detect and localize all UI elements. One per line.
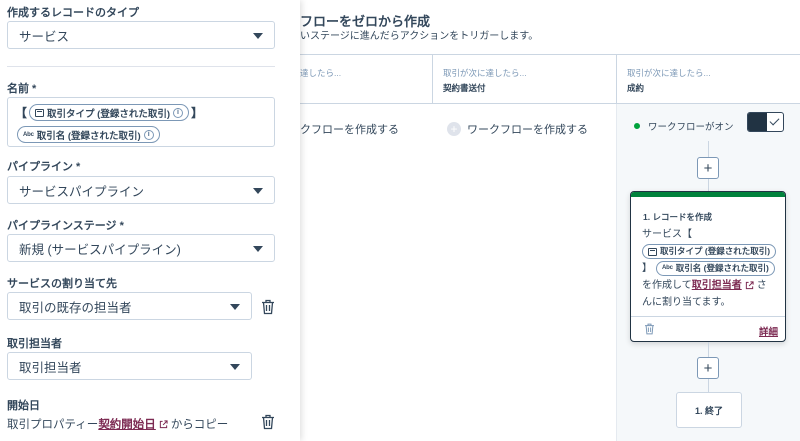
card-status-bar [631,192,785,197]
end-node-label: 1. 終了 [694,405,723,416]
stage-trigger-text: 取引が次に達したら... [443,68,527,78]
stage-header-row: 達したら... 取引が次に達したら... 契約書送付 取引が次に達したら... … [300,54,800,104]
section-divider [7,66,275,67]
start-date-source: 取引プロパティー 契約開始日 からコピー [7,416,228,432]
chevron-down-icon [253,33,263,39]
card-line: んに割り当てます。 [642,297,731,308]
bracket-close: 】 [642,263,652,274]
toggle-knob [748,113,767,131]
connector-line [708,179,709,191]
card-tail-text: さ [756,280,767,291]
card-line: を作成して 取引担当者 さ [642,277,782,294]
token-deal-type-label: 取引タイプ (登録された取引) [660,246,771,256]
connector-line [708,342,709,357]
start-prefix: 取引プロパティー [7,419,99,431]
workflow-status-label: ワークフローがオン [648,122,734,133]
plus-icon: + [703,159,713,177]
token-deal-name-label: 取引名 (登録された取引) [36,130,141,142]
assign-select[interactable]: 取引の既存の担当者 [7,292,252,320]
stage-column: 取引が次に達したら... 契約書送付 [432,55,616,104]
status-dot-icon [634,123,640,129]
stage-trigger-text: 達したら... [300,68,342,78]
pipeline-value: サービスパイプライン [19,184,145,199]
owner-select[interactable]: 取引担当者 [7,352,252,380]
workflow-area: フローをゼロから作成 いステージに進んだらアクションをトリガーします。 達したら… [300,0,800,441]
external-link-icon [159,419,168,428]
connector-line [708,379,709,392]
record-type-select[interactable]: サービス [7,21,275,49]
action-card[interactable]: 1. レコードを作成 サービス【 取引タイプ (登録された取引) 】 Abc 取… [630,191,786,342]
info-icon[interactable]: i [172,107,183,118]
owner-value: 取引担当者 [19,360,82,375]
workflow-status: ワークフローがオン [634,119,734,133]
external-link-icon [745,281,754,290]
token-deal-name-label: 取引名 (登録された取引) [675,263,769,273]
stage-label: パイプラインステージ * [7,220,124,232]
bracket-open: 【 [15,106,28,120]
assign-value: 取引の既存の担当者 [19,300,132,315]
token-deal-name[interactable]: Abc 取引名 (登録された取引) i [17,126,160,143]
token-deal-name: Abc 取引名 (登録された取引) [656,261,775,276]
assign-label: サービスの割り当て先 [7,278,117,290]
card-mid-text: を作成して [642,280,692,291]
create-workflow-button[interactable]: + ワークフローを作成する [447,121,588,137]
chevron-down-icon [230,304,240,310]
stage-select[interactable]: 新規 (サービスパイプライン) [7,234,275,262]
create-record-panel: 作成するレコードのタイプ サービス 名前 * 【 取引タイプ (登録された取引)… [0,0,300,441]
trash-icon[interactable] [261,414,275,430]
trash-icon[interactable] [261,299,275,315]
action-card-title: 1. レコードを作成 [643,212,712,222]
stage-trigger-text: 取引が次に達したら... [627,68,711,78]
pipeline-select[interactable]: サービスパイプライン [7,176,275,204]
details-link[interactable]: 詳細 [759,324,778,338]
stage-column: 達したら... [300,55,432,104]
name-line-2: Abc 取引名 (登録された取引) i [15,125,267,144]
page-subtitle: いステージに進んだらアクションをトリガーします。 [300,31,539,42]
name-label: 名前 * [7,83,37,95]
card-icon [648,247,657,256]
create-workflow-label: クフローを作成する [300,124,399,136]
token-deal-type: 取引タイプ (登録された取引) [642,244,777,259]
token-deal-type-label: 取引タイプ (登録された取引) [47,108,170,120]
checkmark-icon [769,115,780,126]
chevron-down-icon [253,246,263,252]
add-action-button[interactable]: + [697,157,719,179]
text-abc-icon: Abc [662,265,673,271]
action-card-body: サービス【 取引タイプ (登録された取引) 】 Abc 取引名 (登録された取引… [642,226,782,311]
plus-icon: + [447,122,461,136]
bracket-close: 】 [190,106,203,120]
stage-name: 契約書送付 [443,83,486,93]
start-suffix: からコピー [170,419,229,431]
stage-value: 新規 (サービスパイプライン) [19,242,181,257]
end-node: 1. 終了 [676,392,742,428]
token-deal-type[interactable]: 取引タイプ (登録された取引) i [29,104,189,121]
start-date-label: 開始日 [7,400,40,412]
record-type-value: サービス [19,29,70,44]
contract-start-link[interactable]: 契約開始日 [98,416,156,432]
stage-name: 成約 [627,83,645,93]
create-workflow-button[interactable]: クフローを作成する [300,121,399,137]
record-type-label: 作成するレコードのタイプ [7,7,139,19]
owner-label: 取引担当者 [7,338,62,350]
connector-line [708,141,709,157]
card-icon [35,108,45,117]
add-action-button[interactable]: + [697,357,719,379]
card-line: サービス【 [642,229,692,240]
trash-icon[interactable] [644,323,655,335]
info-icon[interactable]: i [143,129,154,140]
stage-column: 取引が次に達したら... 成約 [616,55,800,104]
card-token-line: 】 Abc 取引名 (登録された取引) [642,260,782,277]
name-field[interactable]: 【 取引タイプ (登録された取引) i 】 Abc 取引名 (登録された取引) … [7,97,275,147]
chevron-down-icon [230,364,240,370]
card-token-line: 取引タイプ (登録された取引) [642,243,782,260]
action-card-footer: 詳細 [631,316,785,341]
deal-owner-link[interactable]: 取引担当者 [692,277,742,294]
pipeline-label: パイプライン * [7,161,81,173]
create-workflow-label: ワークフローを作成する [467,124,588,136]
plus-icon: + [703,359,713,377]
chevron-down-icon [253,188,263,194]
text-abc-icon: Abc [23,131,34,138]
workflow-toggle[interactable] [747,112,784,132]
name-line-1: 【 取引タイプ (登録された取引) i 】 [15,103,267,122]
